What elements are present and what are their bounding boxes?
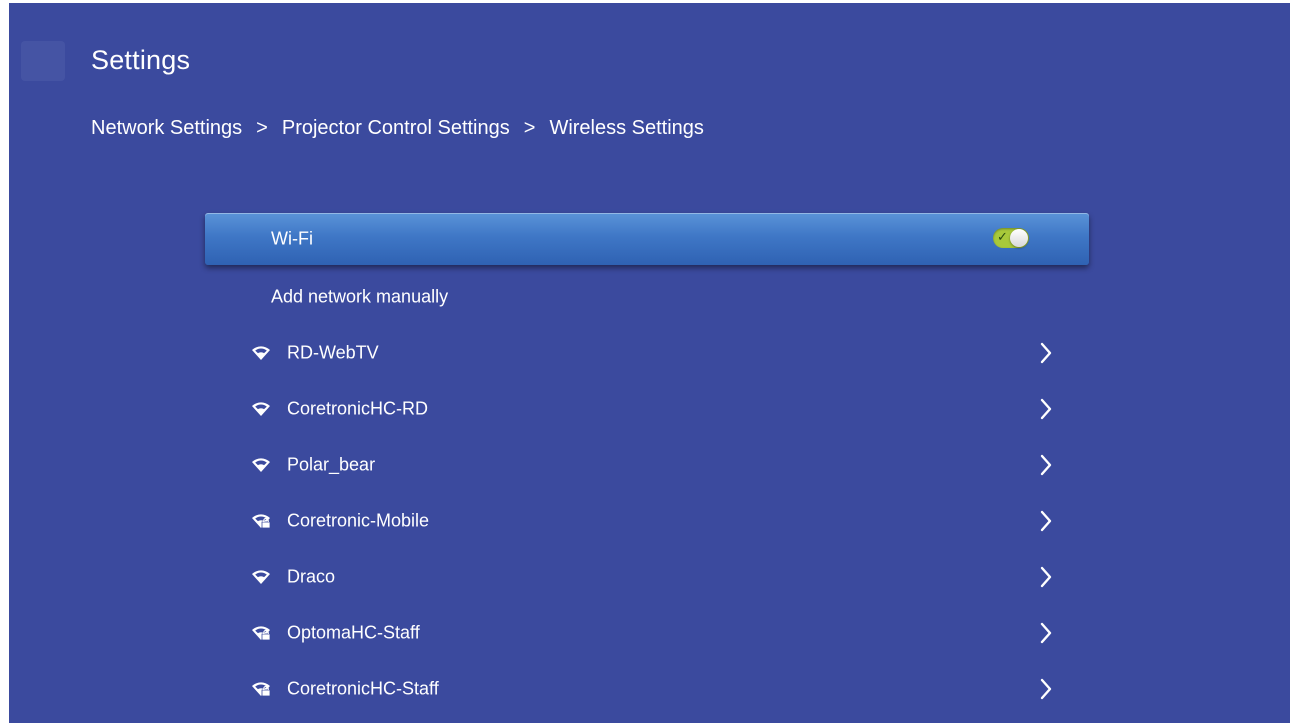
network-row[interactable]: Coretronic-Mobile	[205, 493, 1089, 549]
network-row[interactable]: Polar_bear	[205, 437, 1089, 493]
toggle-knob	[1010, 229, 1028, 247]
breadcrumb-separator: >	[523, 117, 536, 139]
breadcrumb-separator: >	[256, 117, 268, 139]
network-row[interactable]: CoretronicHC-Staff	[205, 661, 1089, 717]
network-name: OptomaHC-Staff	[287, 622, 420, 643]
chevron-right-icon[interactable]	[1039, 397, 1053, 421]
add-network-label: Add network manually	[271, 286, 449, 307]
wifi-lock-icon	[251, 513, 271, 529]
breadcrumb-item-projector-control-settings[interactable]: Projector Control Settings	[282, 117, 510, 140]
wifi-icon	[251, 345, 271, 361]
chevron-right-icon[interactable]	[1039, 341, 1053, 365]
breadcrumb-item-network-settings[interactable]: Network Settings	[91, 117, 242, 140]
wifi-icon	[251, 401, 271, 417]
network-name: Draco	[287, 566, 336, 587]
wifi-icon	[251, 457, 271, 473]
wireless-settings-list: Wi-Fi ✓ Add network manually RD-WebTV Cor…	[205, 213, 1089, 717]
chevron-right-icon[interactable]	[1039, 509, 1053, 533]
network-row[interactable]: RD-WebTV	[205, 325, 1089, 381]
settings-screen: Settings Network Settings > Projector Co…	[9, 3, 1290, 723]
breadcrumb-item-wireless-settings: Wireless Settings	[549, 117, 704, 139]
chevron-right-icon[interactable]	[1039, 565, 1053, 589]
network-name: RD-WebTV	[287, 342, 379, 363]
network-name: Polar_bear	[287, 454, 376, 475]
add-network-manually-row[interactable]: Add network manually	[205, 269, 1089, 325]
wifi-label: Wi-Fi	[271, 228, 313, 249]
breadcrumb: Network Settings > Projector Control Set…	[91, 117, 704, 140]
wifi-toggle-switch[interactable]: ✓	[993, 228, 1029, 248]
network-name: CoretronicHC-RD	[287, 398, 429, 419]
network-name: CoretronicHC-Staff	[287, 678, 439, 699]
chevron-right-icon[interactable]	[1039, 677, 1053, 701]
chevron-right-icon[interactable]	[1039, 453, 1053, 477]
network-row[interactable]: CoretronicHC-RD	[205, 381, 1089, 437]
network-name: Coretronic-Mobile	[287, 510, 430, 531]
network-row[interactable]: Draco	[205, 549, 1089, 605]
wifi-lock-icon	[251, 681, 271, 697]
network-row[interactable]: OptomaHC-Staff	[205, 605, 1089, 661]
wifi-icon	[251, 569, 271, 585]
app-logo-icon	[21, 41, 65, 81]
wifi-toggle-row[interactable]: Wi-Fi ✓	[205, 213, 1089, 265]
network-list: RD-WebTV CoretronicHC-RD Polar_bear Coretro…	[205, 325, 1089, 717]
wifi-lock-icon	[251, 625, 271, 641]
chevron-right-icon[interactable]	[1039, 621, 1053, 645]
page-title: Settings	[91, 45, 191, 75]
check-icon: ✓	[997, 229, 1008, 244]
